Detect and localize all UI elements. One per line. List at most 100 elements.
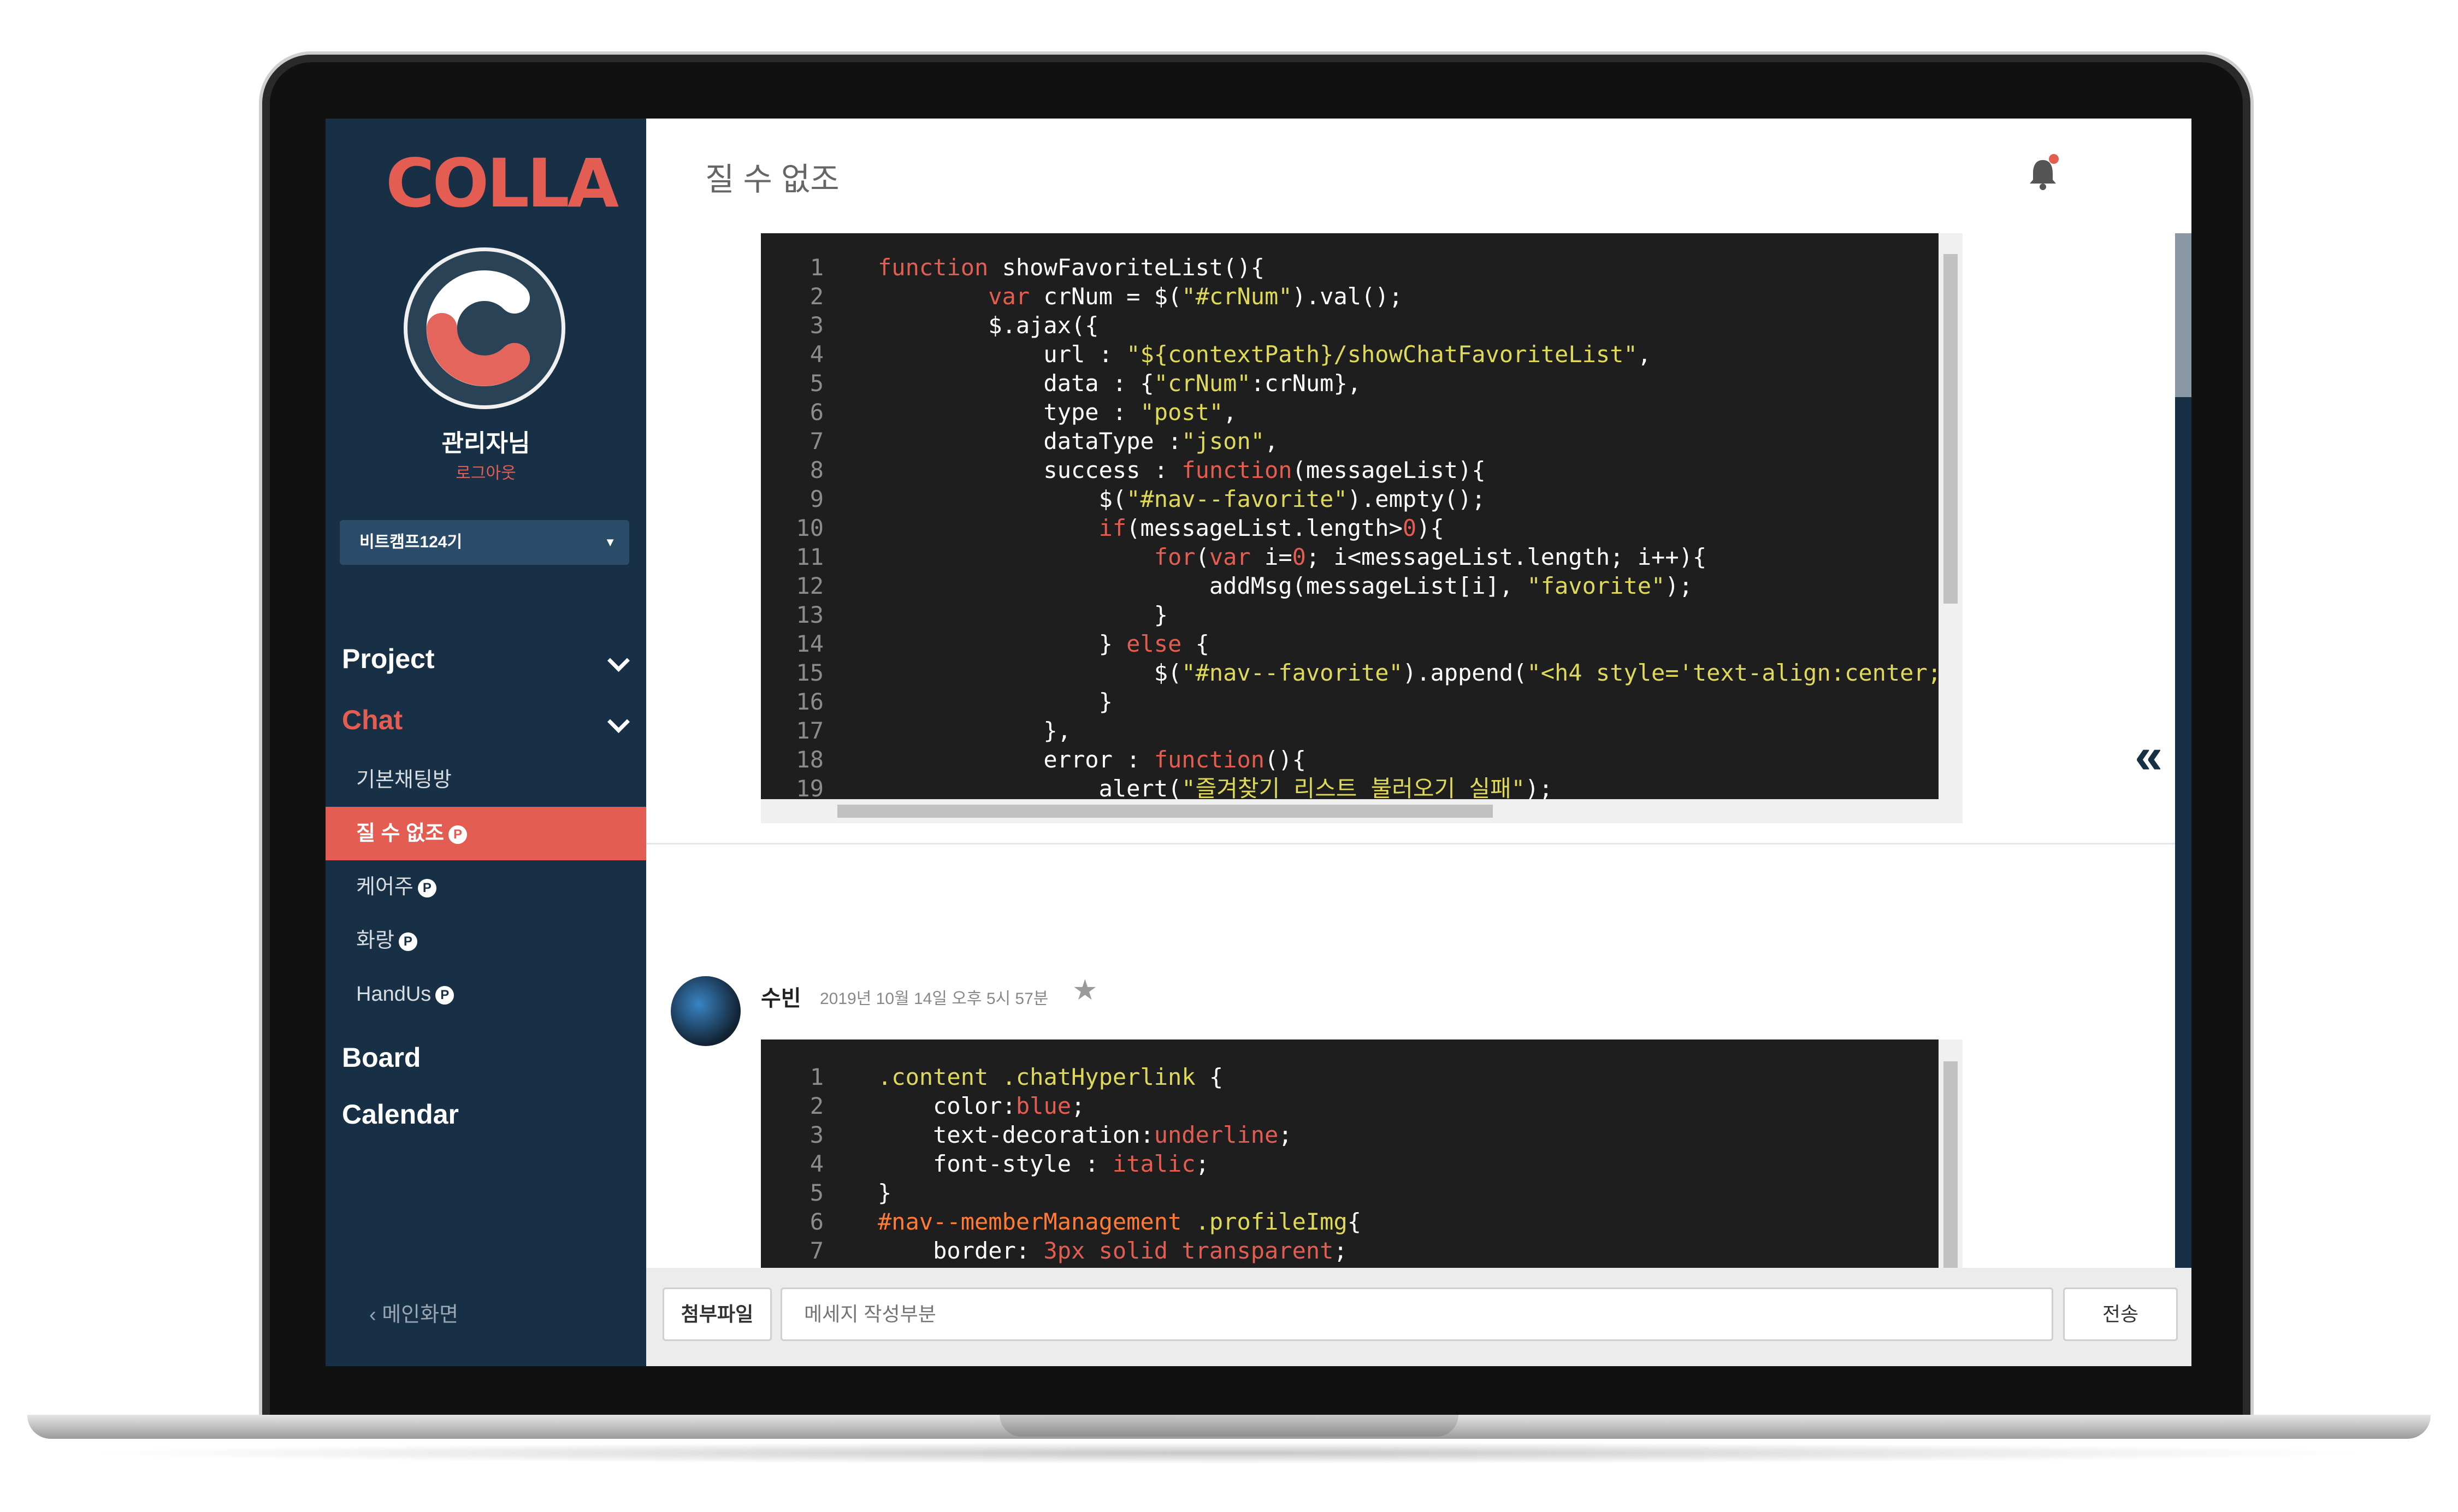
line-number: 2 (810, 283, 824, 310)
notification-dot (2049, 154, 2059, 164)
attach-file-button[interactable]: 첨부파일 (663, 1287, 772, 1341)
code-line: if(messageList.length>0){ (1098, 515, 1444, 541)
avatar-c-logo-icon (426, 270, 530, 386)
nav-board[interactable]: Board (342, 1042, 421, 1073)
code-line: } (878, 1179, 892, 1206)
chat-room-label: 화랑 (356, 929, 394, 952)
code-line: $.ajax({ (878, 312, 1099, 339)
code-block[interactable]: 1234567891011 .content .chatHyperlink { … (761, 1040, 1963, 1268)
code-line: addMsg(messageList[i], "favorite"); (878, 572, 1693, 599)
sender-avatar (671, 976, 741, 1046)
message-timestamp: 2019년 10월 14일 오후 5시 57분 (820, 990, 1049, 1008)
chat-room-label: 기본채팅방 (356, 769, 452, 792)
workspace-select-value: 비트캠프124기 (359, 533, 463, 551)
project-badge-icon: P (398, 932, 417, 951)
project-badge-icon: P (417, 878, 436, 897)
chat-room-item[interactable]: 기본채팅방 (326, 753, 646, 807)
nav-calendar-label: Calendar (342, 1099, 459, 1130)
code-horizontal-scrollbar[interactable] (761, 799, 1939, 823)
code-line: }, (878, 717, 1072, 744)
back-to-main-link[interactable]: ‹ 메인화면 (369, 1297, 458, 1327)
sender-name: 수빈 (761, 987, 801, 1011)
code-line: success : function(messageList){ (878, 457, 1486, 483)
line-number: 17 (796, 717, 824, 744)
sidebar: COLLA 관리자님 로그아웃 비트캠프124기 ▼ Project Chat … (326, 119, 646, 1366)
message-input[interactable] (781, 1287, 2053, 1341)
code-line: .content .chatHyperlink { (878, 1064, 1224, 1090)
line-number: 8 (810, 457, 824, 483)
nav-chat-label: Chat (342, 705, 403, 735)
line-number: 6 (810, 399, 824, 426)
line-number: 7 (810, 428, 824, 454)
code-block[interactable]: 1 2 3 4 5 6 7 8 9 10 11 12 13 14 15 16 17 18 19 function s… (761, 233, 1963, 823)
user-name: 관리자님 (441, 430, 530, 457)
code-line: for(var i=0; i<messageList.length; i++){ (1154, 544, 1707, 570)
line-number: 14 (796, 630, 824, 657)
chat-room-item[interactable]: 화랑 P (326, 914, 646, 967)
line-number: 5 (810, 1179, 824, 1206)
line-number: 3 (810, 1121, 824, 1148)
logout-link[interactable]: 로그아웃 (326, 459, 646, 483)
line-numbers: 1 2 3 4 5 6 7 8 9 10 11 12 13 14 15 16 17 18 19 (761, 253, 824, 803)
line-number: 10 (796, 515, 824, 541)
line-number: 16 (796, 688, 824, 715)
code-line: error : function(){ (878, 746, 1306, 773)
chat-header: 질 수 없조 (646, 119, 2191, 235)
line-numbers: 1234567891011 (761, 1062, 824, 1268)
code-vertical-scrollbar[interactable] (1939, 233, 1963, 823)
chat-messages[interactable]: 1 2 3 4 5 6 7 8 9 10 11 12 13 14 15 16 17 18 19 function s… (646, 233, 2191, 1268)
chevron-down-icon[interactable] (607, 649, 630, 672)
nav-chat[interactable]: Chat (342, 704, 403, 736)
line-number: 18 (796, 746, 824, 773)
line-number: 3 (810, 312, 824, 339)
collapse-panel-icon[interactable]: « (2135, 728, 2162, 785)
bell-icon[interactable] (2026, 153, 2059, 192)
app-screen: COLLA 관리자님 로그아웃 비트캠프124기 ▼ Project Chat … (326, 119, 2191, 1366)
chat-room-label: 케어주 (356, 876, 413, 899)
chevron-left-icon: ‹ (369, 1303, 382, 1326)
code-line: function showFavoriteList(){ (878, 254, 1265, 281)
line-number: 1 (810, 1064, 824, 1090)
line-number: 6 (810, 1208, 824, 1235)
code-line: url : "${contextPath}/showChatFavoriteLi… (878, 341, 1652, 368)
caret-down-icon: ▼ (604, 535, 616, 549)
code-line: } else { (878, 630, 1209, 657)
chat-room-item[interactable]: HandUs P (326, 967, 646, 1021)
line-number: 15 (796, 659, 824, 686)
code-line: dataType :"json", (878, 428, 1279, 454)
chat-room-label: 질 수 없조 (356, 822, 444, 845)
line-number: 4 (810, 341, 824, 368)
nav-calendar[interactable]: Calendar (342, 1098, 459, 1130)
chevron-down-icon[interactable] (607, 710, 630, 734)
line-number: 4 (810, 1150, 824, 1177)
code-vertical-scrollbar[interactable] (1939, 1040, 1963, 1268)
chat-room-label: HandUs (356, 983, 432, 1006)
user-avatar (404, 247, 565, 409)
code-line: font-style : italic; (878, 1150, 1209, 1177)
app-logo[interactable]: COLLA (386, 145, 619, 222)
line-number: 13 (796, 601, 824, 628)
workspace-select[interactable]: 비트캠프124기 ▼ (340, 520, 629, 565)
send-button[interactable]: 전송 (2063, 1287, 2178, 1341)
line-number: 2 (810, 1092, 824, 1119)
nav-project-label: Project (342, 643, 435, 674)
laptop-base-notch (1000, 1415, 1458, 1437)
message-divider (646, 843, 2175, 844)
favorite-star-icon[interactable]: ★ (1072, 974, 1098, 1007)
line-number: 5 (810, 370, 824, 397)
chat-room-item[interactable]: 케어주 P (326, 860, 646, 914)
room-title: 질 수 없조 (705, 162, 840, 197)
line-number: 11 (796, 544, 824, 570)
code-line: } (878, 688, 1113, 715)
code-line: text-decoration:underline; (878, 1121, 1292, 1148)
code-line: border: 3px solid transparent; (878, 1237, 1348, 1264)
chat-room-item-active[interactable]: 질 수 없조 P (326, 807, 646, 860)
code-line: type : "post", (878, 399, 1237, 426)
chat-scrollbar-thumb[interactable] (2175, 233, 2191, 397)
code-line: $("#nav--favorite").append("<h4 style='t… (878, 659, 1963, 686)
code-line: data : {"crNum":crNum}, (878, 370, 1362, 397)
nav-project[interactable]: Project (342, 643, 435, 675)
laptop-shadow (76, 1442, 2382, 1464)
code-line: $("#nav--favorite").empty(); (878, 486, 1486, 512)
line-number: 1 (810, 254, 824, 281)
